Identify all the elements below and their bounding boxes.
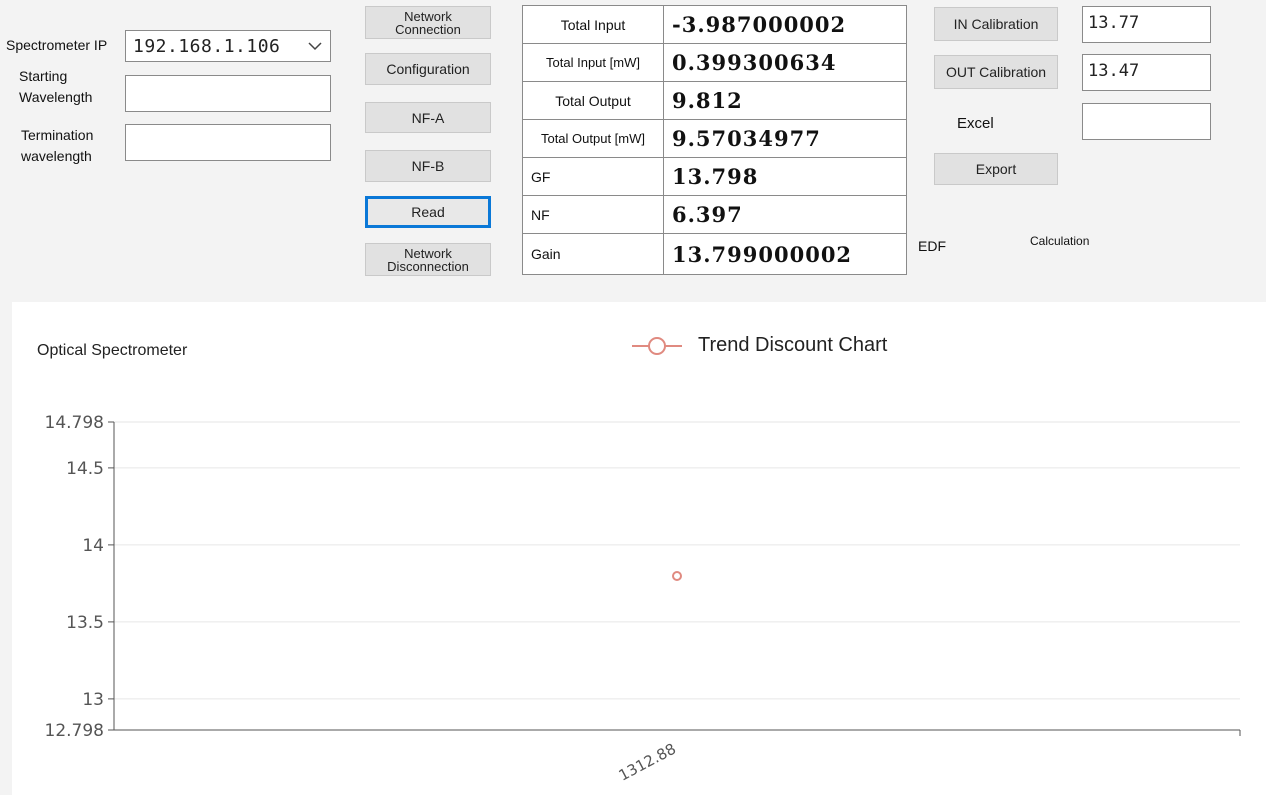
spectrometer-ip-value: 192.168.1.106 — [133, 35, 281, 57]
configuration-button[interactable]: Configuration — [365, 53, 491, 85]
reading-label: Gain — [523, 234, 664, 274]
nf-b-button[interactable]: NF-B — [365, 150, 491, 182]
starting-wavelength-input[interactable] — [125, 75, 331, 112]
reading-row-gf: GF 13.798 — [523, 158, 906, 196]
reading-value: 6.397 — [672, 202, 743, 227]
data-point — [672, 571, 682, 581]
edf-label: EDF — [918, 238, 946, 254]
network-disconnection-button[interactable]: Network Disconnection — [365, 243, 491, 276]
y-tick-label: 14.798 — [45, 413, 104, 433]
in-calibration-button[interactable]: IN Calibration — [934, 7, 1058, 41]
spectrometer-ip-label: Spectrometer IP — [6, 37, 108, 53]
reading-label: NF — [523, 196, 664, 233]
reading-label: Total Input [mW] — [523, 44, 664, 81]
termination-wavelength-input[interactable] — [125, 124, 331, 161]
x-tick-label: 1312.88 — [616, 740, 679, 785]
reading-label: Total Output [mW] — [523, 120, 664, 157]
reading-row-total-input-mw: Total Input [mW] 0.399300634 — [523, 44, 906, 82]
in-calibration-input[interactable]: 13.77 — [1082, 6, 1211, 43]
reading-row-nf: NF 6.397 — [523, 196, 906, 234]
out-calibration-input[interactable]: 13.47 — [1082, 54, 1211, 91]
y-tick-label: 13.5 — [66, 613, 104, 633]
starting-wavelength-label: Starting Wavelength — [19, 68, 93, 105]
y-tick-label: 12.798 — [45, 721, 104, 741]
reading-value: -3.987000002 — [672, 12, 847, 37]
readings-grid: Total Input -3.987000002 Total Input [mW… — [522, 5, 907, 275]
reading-value: 13.799000002 — [672, 241, 853, 267]
reading-row-total-input: Total Input -3.987000002 — [523, 6, 906, 44]
reading-row-total-output: Total Output 9.812 — [523, 82, 906, 120]
reading-row-gain: Gain 13.799000002 — [523, 234, 906, 274]
termination-wavelength-label: Termination wavelength — [21, 127, 94, 164]
out-calibration-button[interactable]: OUT Calibration — [934, 55, 1058, 89]
y-tick-label: 14 — [82, 536, 104, 556]
y-tick-label: 14.5 — [66, 459, 104, 479]
reading-row-total-output-mw: Total Output [mW] 9.57034977 — [523, 120, 906, 158]
export-button[interactable]: Export — [934, 153, 1058, 185]
read-button[interactable]: Read — [365, 196, 491, 228]
spectrometer-ip-select[interactable]: 192.168.1.106 — [125, 30, 331, 62]
nf-a-button[interactable]: NF-A — [365, 102, 491, 133]
reading-value: 9.812 — [672, 88, 743, 113]
calculation-label: Calculation — [1030, 234, 1090, 248]
chart-panel: Optical Spectrometer Trend Discount Char… — [12, 302, 1266, 795]
reading-value: 9.57034977 — [672, 126, 821, 151]
reading-value: 13.798 — [672, 164, 759, 189]
reading-label: GF — [523, 158, 664, 195]
excel-input[interactable] — [1082, 103, 1211, 140]
control-panel: Spectrometer IP 192.168.1.106 Starting W… — [0, 0, 1266, 302]
y-tick-label: 13 — [82, 690, 104, 710]
chart-plot: 12.798 13 13.5 14 14.5 14.798 1312.88 — [45, 413, 1241, 785]
network-connection-button[interactable]: Network Connection — [365, 6, 491, 39]
reading-label: Total Input — [523, 6, 664, 43]
chevron-down-icon[interactable] — [300, 41, 330, 51]
reading-value: 0.399300634 — [672, 50, 837, 75]
reading-label: Total Output — [523, 82, 664, 119]
excel-label: Excel — [957, 115, 994, 132]
